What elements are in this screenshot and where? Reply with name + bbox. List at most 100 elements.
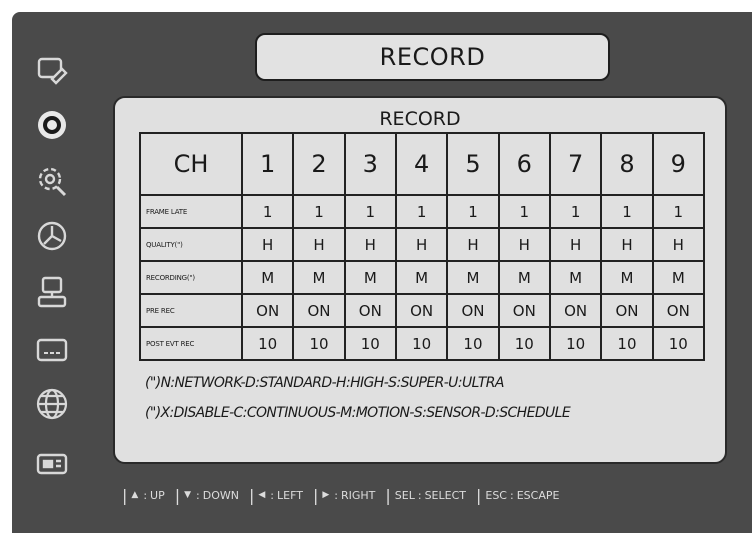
key-action: DOWN	[202, 488, 239, 502]
table-cell[interactable]: ON	[548, 293, 603, 328]
key-hint-escape: ESC : ESCAPE	[485, 489, 559, 502]
globe-icon[interactable]	[32, 384, 72, 424]
table-cell[interactable]: H	[600, 227, 654, 262]
table-cell[interactable]: M	[394, 260, 449, 295]
table-cell[interactable]: 10	[240, 326, 295, 361]
page-title: RECORD	[255, 33, 610, 81]
key-label: SEL	[394, 488, 415, 502]
table-cell[interactable]: 10	[651, 326, 706, 361]
table-row-recording: RECORDING(") M M M M M M M M M	[139, 260, 706, 295]
row-label: FRAME LATE	[139, 194, 243, 229]
down-arrow-icon: ▼	[184, 490, 192, 500]
row-label: PRE REC	[139, 293, 243, 328]
table-row-quality: QUALITY(") H H H H H H H H H	[139, 227, 706, 262]
table-cell[interactable]: 1	[548, 194, 603, 229]
quality-legend: (")N:NETWORK-D:STANDARD-H:HIGH-S:SUPER-U…	[145, 375, 505, 391]
record-icon[interactable]	[32, 105, 72, 145]
table-row-post-evt-rec: POST EVT REC 10 10 10 10 10 10 10 10 10	[139, 326, 706, 361]
key-label: ESC	[485, 488, 507, 502]
key-hint-select: SEL : SELECT	[395, 489, 466, 502]
table-cell[interactable]: 1	[292, 194, 346, 229]
key-colon: :	[196, 488, 200, 502]
device-icon[interactable]	[32, 444, 72, 484]
separator: |	[475, 485, 482, 505]
record-panel: RECORD CH 1 2 3 4 5 6 7 8 9 FRAME LATE 1…	[113, 96, 727, 464]
display-icon[interactable]	[32, 330, 72, 370]
table-cell[interactable]: 10	[497, 326, 551, 361]
table-cell[interactable]: ON	[240, 293, 295, 328]
table-cell[interactable]: H	[548, 227, 603, 262]
clock-icon[interactable]	[32, 216, 72, 256]
key-colon: :	[334, 488, 338, 502]
table-cell[interactable]: 10	[292, 326, 346, 361]
table-cell[interactable]: H	[240, 227, 295, 262]
table-cell[interactable]: 1	[394, 194, 449, 229]
channel-header: 2	[292, 132, 346, 196]
separator: |	[122, 485, 128, 505]
channel-header: 3	[343, 132, 397, 196]
table-cell[interactable]: M	[497, 260, 551, 295]
key-colon: :	[270, 488, 275, 502]
row-label: POST EVT REC	[139, 326, 243, 361]
separator: |	[385, 485, 391, 505]
table-cell[interactable]: H	[497, 227, 551, 262]
table-cell[interactable]: 1	[600, 194, 654, 229]
table-cell[interactable]: H	[651, 227, 706, 262]
separator: |	[248, 485, 255, 505]
table-cell[interactable]: ON	[446, 293, 500, 328]
monitor-edit-icon[interactable]	[32, 50, 72, 90]
table-cell[interactable]: ON	[394, 293, 449, 328]
table-cell[interactable]: 1	[446, 194, 500, 229]
table-cell[interactable]: 1	[240, 194, 295, 229]
key-action: ESCAPE	[516, 488, 560, 502]
table-cell[interactable]: 1	[651, 194, 706, 229]
key-hint-left: ◀ : LEFT	[258, 489, 303, 502]
table-cell[interactable]: H	[446, 227, 500, 262]
channel-header: 6	[497, 132, 551, 196]
table-cell[interactable]: ON	[292, 293, 346, 328]
table-cell[interactable]: ON	[600, 293, 654, 328]
table-cell[interactable]: M	[600, 260, 654, 295]
key-hint-right: ▶ : RIGHT	[322, 489, 375, 502]
table-cell[interactable]: 10	[446, 326, 500, 361]
table-cell[interactable]: ON	[343, 293, 397, 328]
key-hint-down: ▼ : DOWN	[184, 489, 239, 502]
table-cell[interactable]: ON	[651, 293, 706, 328]
table-cell[interactable]: M	[343, 260, 397, 295]
key-colon: :	[510, 488, 514, 502]
table-cell[interactable]: 10	[600, 326, 654, 361]
key-action: LEFT	[277, 488, 303, 502]
table-cell[interactable]: 10	[548, 326, 603, 361]
channel-header: 5	[446, 132, 500, 196]
row-label: RECORDING(")	[139, 260, 243, 295]
table-cell[interactable]: M	[651, 260, 706, 295]
channel-header: 1	[240, 132, 295, 196]
up-arrow-icon: ▲	[131, 490, 139, 500]
channel-header: 9	[651, 132, 706, 196]
table-cell[interactable]: 1	[343, 194, 397, 229]
table-cell[interactable]: 10	[343, 326, 397, 361]
settings-icon[interactable]	[32, 160, 72, 200]
panel-title: RECORD	[379, 108, 461, 130]
key-colon: :	[417, 488, 422, 502]
channel-header: 4	[394, 132, 449, 196]
table-cell[interactable]: 1	[497, 194, 551, 229]
table-row-pre-rec: PRE REC ON ON ON ON ON ON ON ON ON	[139, 293, 706, 328]
table-cell[interactable]: M	[548, 260, 603, 295]
channel-header: 8	[600, 132, 654, 196]
table-cell[interactable]: ON	[497, 293, 551, 328]
table-cell[interactable]: H	[292, 227, 346, 262]
record-table: CH 1 2 3 4 5 6 7 8 9 FRAME LATE 1 1 1 1 …	[139, 132, 706, 361]
computer-icon[interactable]	[32, 272, 72, 312]
table-cell[interactable]: H	[394, 227, 449, 262]
table-cell[interactable]: 10	[394, 326, 449, 361]
table-cell[interactable]: M	[292, 260, 346, 295]
table-cell[interactable]: M	[446, 260, 500, 295]
table-cell[interactable]: H	[343, 227, 397, 262]
key-hint-up: ▲ : UP	[131, 489, 164, 502]
table-header-row: CH 1 2 3 4 5 6 7 8 9	[139, 132, 706, 196]
left-arrow-icon: ◀	[258, 490, 266, 500]
key-colon: :	[143, 488, 148, 502]
table-cell[interactable]: M	[240, 260, 295, 295]
channel-header: 7	[548, 132, 603, 196]
